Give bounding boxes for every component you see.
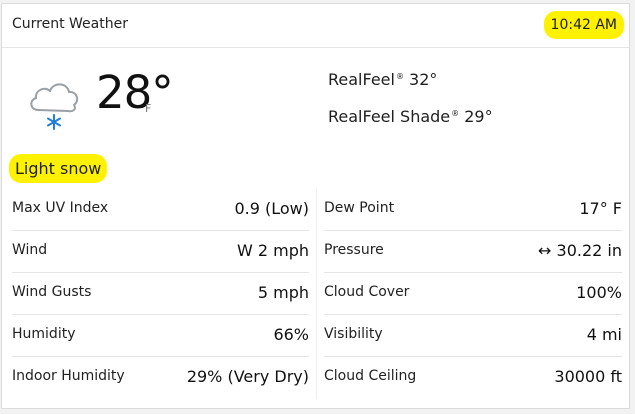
detail-row-wind: Wind W 2 mph	[12, 231, 309, 273]
detail-label: Wind	[12, 242, 48, 258]
detail-value: ↔ 30.22 in	[538, 241, 622, 260]
detail-label: Cloud Cover	[324, 284, 410, 300]
realfeel-shade: RealFeel Shade® 29°	[328, 107, 493, 126]
trademark-symbol: ®	[451, 108, 460, 118]
detail-label: Wind Gusts	[12, 284, 92, 300]
realfeel-value: 32°	[409, 70, 438, 89]
detail-value: 0.9 (Low)	[234, 199, 309, 218]
weather-phrase: Light snow	[12, 157, 105, 180]
column-divider	[316, 189, 317, 399]
detail-value: 29% (Very Dry)	[186, 367, 309, 386]
current-temperature: 28°	[96, 66, 174, 119]
detail-row-max-uv-index: Max UV Index 0.9 (Low)	[12, 189, 309, 231]
detail-value: 100%	[576, 283, 622, 302]
detail-value: 5 mph	[257, 283, 309, 302]
detail-label: Humidity	[12, 326, 76, 342]
detail-label: Visibility	[324, 326, 383, 342]
trademark-symbol: ®	[395, 71, 404, 81]
detail-value: 66%	[273, 325, 309, 344]
detail-row-dew-point: Dew Point 17° F	[324, 189, 622, 231]
cloud-snow-icon	[30, 83, 79, 130]
realfeel: RealFeel® 32°	[328, 70, 437, 89]
observation-time: 10:42 AM	[546, 14, 621, 36]
detail-label: Indoor Humidity	[12, 368, 125, 384]
detail-label: Pressure	[324, 242, 384, 258]
detail-row-pressure: Pressure ↔ 30.22 in	[324, 231, 622, 273]
detail-value: 4 mi	[586, 325, 622, 344]
detail-row-humidity: Humidity 66%	[12, 315, 309, 357]
card-header: Current Weather 10:42 AM	[2, 4, 629, 48]
detail-row-wind-gusts: Wind Gusts 5 mph	[12, 273, 309, 315]
detail-label: Max UV Index	[12, 200, 109, 216]
realfeel-shade-value: 29°	[464, 107, 493, 126]
detail-row-visibility: Visibility 4 mi	[324, 315, 622, 357]
realfeel-label: RealFeel	[328, 70, 395, 89]
detail-label: Dew Point	[324, 200, 395, 216]
detail-row-cloud-cover: Cloud Cover 100%	[324, 273, 622, 315]
detail-value: 17° F	[579, 199, 622, 218]
card-title: Current Weather	[12, 16, 128, 32]
detail-row-indoor-humidity: Indoor Humidity 29% (Very Dry)	[12, 357, 309, 399]
current-weather-card: Current Weather 10:42 AM 28° F RealFeel®…	[1, 3, 630, 409]
detail-value: W 2 mph	[236, 241, 309, 260]
detail-value: 30000 ft	[554, 367, 622, 386]
realfeel-shade-label: RealFeel Shade	[328, 107, 451, 126]
detail-label: Cloud Ceiling	[324, 368, 417, 384]
detail-row-cloud-ceiling: Cloud Ceiling 30000 ft	[324, 357, 622, 399]
temperature-unit: F	[145, 102, 152, 115]
